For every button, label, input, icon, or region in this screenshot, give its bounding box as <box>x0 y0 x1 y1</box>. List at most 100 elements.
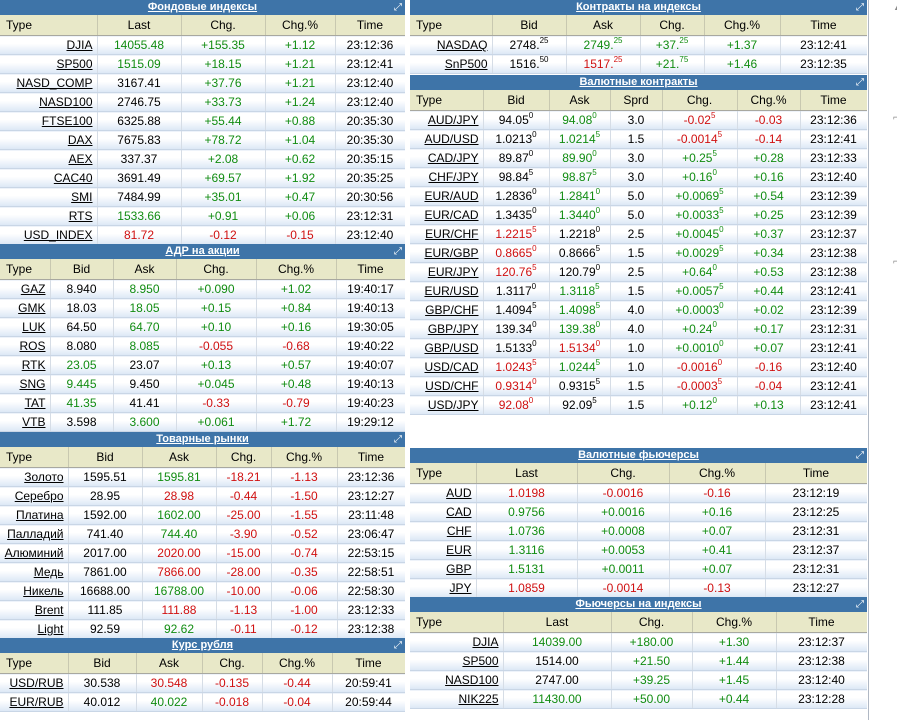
instrument-link[interactable]: EUR/JPY <box>410 263 483 282</box>
col-header-time[interactable]: Time <box>335 15 405 36</box>
instrument-link[interactable]: CAC40 <box>0 169 97 188</box>
col-header-chg[interactable]: Chg. <box>176 259 256 280</box>
col-header-ask[interactable]: Ask <box>136 653 202 674</box>
col-header-chg[interactable]: Chg. <box>202 653 262 674</box>
instrument-link[interactable]: USD/RUB <box>0 674 68 693</box>
instrument-link[interactable]: VTB <box>0 413 50 432</box>
instrument-link[interactable]: NIK225 <box>410 690 503 709</box>
col-header-last[interactable]: Last <box>97 15 181 36</box>
col-header-type[interactable]: Type <box>410 612 503 633</box>
panel-title[interactable]: Курс рубля <box>172 639 233 651</box>
col-header-bid[interactable]: Bid <box>483 90 549 111</box>
instrument-link[interactable]: SnP500 <box>410 55 492 74</box>
instrument-link[interactable]: GBP/JPY <box>410 320 483 339</box>
expand-icon[interactable]: ⤢ <box>856 448 864 463</box>
expand-icon[interactable]: ⤢ <box>394 0 402 15</box>
col-header-time[interactable]: Time <box>337 447 405 468</box>
instrument-link[interactable]: EUR/GBP <box>410 244 483 263</box>
instrument-link[interactable]: RTK <box>0 356 50 375</box>
instrument-link[interactable]: AEX <box>0 150 97 169</box>
col-header-chg[interactable]: Chg. <box>640 15 704 36</box>
col-header-bid[interactable]: Bid <box>68 653 136 674</box>
instrument-link[interactable]: DJIA <box>410 633 503 652</box>
instrument-link[interactable]: EUR <box>410 541 476 560</box>
col-header-time[interactable]: Time <box>336 259 405 280</box>
instrument-link[interactable]: AUD <box>410 484 476 503</box>
col-header-bid[interactable]: Bid <box>492 15 566 36</box>
col-header-chg[interactable]: Chg. <box>611 612 692 633</box>
instrument-link[interactable]: GMK <box>0 299 50 318</box>
instrument-link[interactable]: GBP/USD <box>410 339 483 358</box>
instrument-link[interactable]: Платина <box>0 506 68 525</box>
col-header-type[interactable]: Type <box>0 259 50 280</box>
col-header-bid[interactable]: Bid <box>68 447 142 468</box>
panel-title[interactable]: Валютные контракты <box>579 76 697 88</box>
col-header-type[interactable]: Type <box>0 15 97 36</box>
col-header-chgp[interactable]: Chg.% <box>692 612 776 633</box>
col-header-ask[interactable]: Ask <box>549 90 610 111</box>
instrument-link[interactable]: SP500 <box>410 652 503 671</box>
instrument-link[interactable]: JPY <box>410 579 476 598</box>
instrument-link[interactable]: USD/CHF <box>410 377 483 396</box>
instrument-link[interactable]: GBP <box>410 560 476 579</box>
col-header-chgp[interactable]: Chg.% <box>265 15 335 36</box>
expand-icon[interactable]: ⤢ <box>856 75 864 90</box>
panel-title[interactable]: Товарные рынки <box>156 433 248 445</box>
col-header-time[interactable]: Time <box>780 15 867 36</box>
col-header-chg[interactable]: Chg. <box>577 463 669 484</box>
instrument-link[interactable]: GBP/CHF <box>410 301 483 320</box>
instrument-link[interactable]: USD/JPY <box>410 396 483 415</box>
panel-title[interactable]: Фьючерсы на индексы <box>575 598 701 610</box>
col-header-chg[interactable]: Chg. <box>662 90 737 111</box>
col-header-time[interactable]: Time <box>776 612 867 633</box>
col-header-ask[interactable]: Ask <box>113 259 176 280</box>
panel-title[interactable]: Фондовые индексы <box>148 1 257 13</box>
col-header-chg[interactable]: Chg. <box>181 15 265 36</box>
instrument-link[interactable]: SMI <box>0 188 97 207</box>
instrument-link[interactable]: NASD_COMP <box>0 74 97 93</box>
instrument-link[interactable]: DJIA <box>0 36 97 55</box>
instrument-link[interactable]: Никель <box>0 582 68 601</box>
col-header-bid[interactable]: Bid <box>50 259 113 280</box>
instrument-link[interactable]: USD_INDEX <box>0 226 97 245</box>
instrument-link[interactable]: Light <box>0 620 68 639</box>
instrument-link[interactable]: ROS <box>0 337 50 356</box>
instrument-link[interactable]: AUD/USD <box>410 130 483 149</box>
col-header-type[interactable]: Type <box>0 653 68 674</box>
panel-title[interactable]: Валютные фьючерсы <box>578 449 699 461</box>
col-header-time[interactable]: Time <box>765 463 867 484</box>
instrument-link[interactable]: GAZ <box>0 280 50 299</box>
col-header-sprd[interactable]: Sprd <box>610 90 662 111</box>
col-header-type[interactable]: Type <box>410 463 476 484</box>
col-header-type[interactable]: Type <box>0 447 68 468</box>
col-header-chgp[interactable]: Chg.% <box>262 653 332 674</box>
expand-icon[interactable]: ⤢ <box>394 244 402 259</box>
instrument-link[interactable]: CHF/JPY <box>410 168 483 187</box>
instrument-link[interactable]: DAX <box>0 131 97 150</box>
instrument-link[interactable]: USD/CAD <box>410 358 483 377</box>
col-header-ask[interactable]: Ask <box>142 447 216 468</box>
col-header-chgp[interactable]: Chg.% <box>704 15 780 36</box>
panel-title[interactable]: АДР на акции <box>165 245 239 257</box>
instrument-link[interactable]: Алюминий <box>0 544 68 563</box>
col-header-chg[interactable]: Chg. <box>216 447 271 468</box>
instrument-link[interactable]: Медь <box>0 563 68 582</box>
instrument-link[interactable]: SP500 <box>0 55 97 74</box>
instrument-link[interactable]: NASD100 <box>0 93 97 112</box>
expand-icon[interactable]: ⤢ <box>856 597 864 612</box>
instrument-link[interactable]: NASD100 <box>410 671 503 690</box>
instrument-link[interactable]: FTSE100 <box>0 112 97 131</box>
instrument-link[interactable]: CHF <box>410 522 476 541</box>
panel-title[interactable]: Контракты на индексы <box>576 1 701 13</box>
instrument-link[interactable]: EUR/CAD <box>410 206 483 225</box>
col-header-chgp[interactable]: Chg.% <box>737 90 800 111</box>
col-header-last[interactable]: Last <box>476 463 577 484</box>
instrument-link[interactable]: NASDAQ <box>410 36 492 55</box>
col-header-time[interactable]: Time <box>332 653 405 674</box>
instrument-link[interactable]: EUR/CHF <box>410 225 483 244</box>
instrument-link[interactable]: EUR/USD <box>410 282 483 301</box>
expand-icon[interactable]: ⤢ <box>394 638 402 653</box>
instrument-link[interactable]: LUK <box>0 318 50 337</box>
instrument-link[interactable]: CAD/JPY <box>410 149 483 168</box>
col-header-ask[interactable]: Ask <box>566 15 640 36</box>
